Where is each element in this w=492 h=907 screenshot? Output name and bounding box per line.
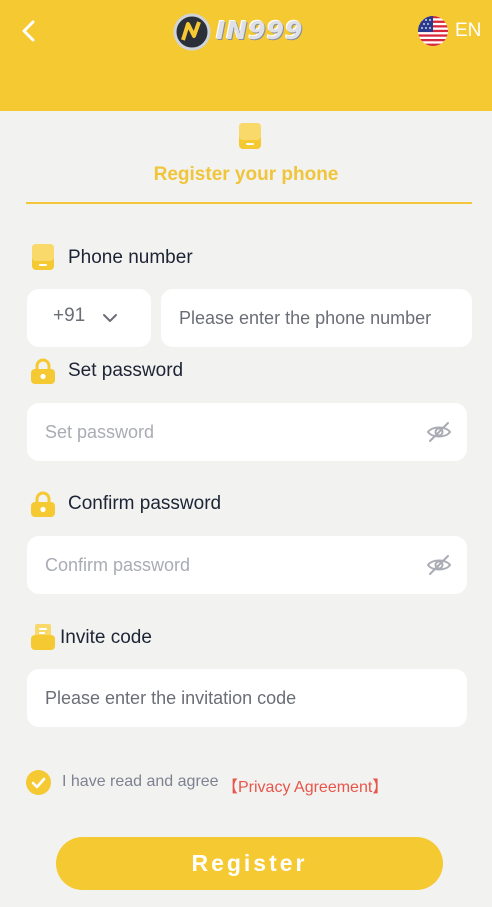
- agree-checkbox[interactable]: [26, 770, 51, 795]
- confirm-password-input[interactable]: [45, 536, 405, 594]
- chevron-down-icon: [103, 314, 117, 322]
- set-password-label: Set password: [68, 360, 184, 381]
- brand-logo: IN999: [172, 12, 326, 52]
- invite-code-label: Invite code: [60, 627, 152, 648]
- invite-code-box: [27, 669, 467, 727]
- phone-icon: [32, 244, 54, 270]
- register-button[interactable]: Register: [56, 837, 443, 890]
- country-code-select[interactable]: +91: [27, 289, 151, 347]
- chevron-left-icon: [22, 20, 35, 42]
- phone-number-label: Phone number: [68, 247, 193, 268]
- lock-icon: [31, 358, 55, 384]
- back-button[interactable]: [16, 18, 42, 44]
- country-code-value: +91: [53, 305, 86, 326]
- language-selector[interactable]: EN: [418, 14, 481, 48]
- set-password-box: [27, 403, 467, 461]
- title-underline: [26, 202, 472, 204]
- page-title: Register your phone: [153, 164, 339, 185]
- privacy-agreement-link[interactable]: 【Privacy Agreement】: [222, 773, 388, 797]
- phone-icon: [239, 123, 261, 149]
- set-password-input[interactable]: [45, 403, 405, 461]
- header-bar: IN999 EN: [0, 0, 492, 111]
- phone-number-input[interactable]: [179, 289, 464, 347]
- confirm-password-box: [27, 536, 467, 594]
- invite-code-input[interactable]: [45, 669, 445, 727]
- eye-off-icon[interactable]: [426, 419, 452, 445]
- lock-icon: [31, 491, 55, 517]
- invite-code-icon: [31, 624, 55, 650]
- brand-name: IN999: [216, 16, 304, 45]
- agreement-text: I have read and agree: [62, 773, 219, 790]
- us-flag-icon: [418, 16, 448, 46]
- check-icon: [31, 777, 46, 789]
- phone-input-box: [161, 289, 472, 347]
- language-code: EN: [455, 20, 482, 41]
- eye-off-icon[interactable]: [426, 552, 452, 578]
- logo-mark-icon: [173, 13, 211, 51]
- confirm-password-label: Confirm password: [68, 493, 222, 514]
